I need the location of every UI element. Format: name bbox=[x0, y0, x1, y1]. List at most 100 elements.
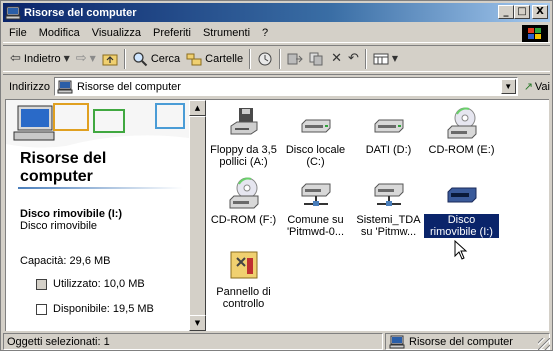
copy-to-icon bbox=[309, 52, 323, 65]
details-pane: Risorse del computer Disco rimovibile (I… bbox=[6, 100, 189, 331]
menu-preferiti[interactable]: Preferiti bbox=[147, 25, 197, 42]
windows-logo-icon bbox=[522, 25, 548, 42]
selected-item-name: Disco rimovibile (I:) bbox=[20, 208, 123, 220]
scroll-up-button[interactable]: ▲ bbox=[189, 100, 206, 116]
list-item[interactable]: Pannello di controllo bbox=[206, 248, 281, 310]
content-area: Risorse del computer Disco rimovibile (I… bbox=[5, 99, 549, 331]
menu-help[interactable]: ? bbox=[256, 25, 274, 42]
search-button[interactable]: Cerca bbox=[129, 48, 183, 70]
item-label: CD-ROM (F:) bbox=[210, 214, 277, 226]
item-label: Comune su 'Pitmwd-0... bbox=[286, 214, 345, 238]
forward-button[interactable]: ⇨ ▼ bbox=[73, 48, 99, 70]
resize-grip[interactable] bbox=[538, 338, 550, 350]
my-computer-banner-icon bbox=[6, 100, 189, 148]
my-computer-icon bbox=[5, 6, 21, 19]
used-space-text: Utilizzato: 10,0 MB bbox=[53, 278, 145, 290]
explorer-window: Risorse del computer _ □ X File Modifica… bbox=[0, 0, 553, 351]
search-label: Cerca bbox=[150, 52, 181, 65]
status-location-text: Risorse del computer bbox=[409, 335, 513, 348]
item-label: Sistemi_TDA su 'Pitmw... bbox=[356, 214, 421, 238]
menu-bar: File Modifica Visualizza Preferiti Strum… bbox=[3, 24, 550, 43]
folders-button[interactable]: Cartelle bbox=[183, 48, 246, 70]
floppy-drive-icon bbox=[230, 108, 257, 135]
list-item[interactable]: Disco rimovibile (I:) bbox=[423, 176, 500, 239]
cdrom-drive-icon bbox=[447, 107, 476, 139]
chevron-down-icon: ▼ bbox=[391, 54, 399, 63]
cdrom-drive-icon bbox=[229, 177, 258, 209]
chevron-down-icon: ▼ bbox=[89, 54, 96, 63]
hard-drive-icon bbox=[374, 119, 403, 133]
chevron-down-icon: ▼ bbox=[63, 54, 70, 63]
list-item[interactable]: Sistemi_TDA su 'Pitmw... bbox=[351, 176, 426, 238]
selected-item-type: Disco rimovibile bbox=[20, 220, 98, 232]
folders-icon bbox=[186, 53, 202, 65]
details-scrollbar[interactable]: ▲ ▼ bbox=[189, 100, 206, 331]
copy-to-button[interactable] bbox=[306, 48, 328, 70]
back-button[interactable]: ⇦ Indietro ▼ bbox=[7, 48, 73, 70]
item-label: Floppy da 3,5 pollici (A:) bbox=[210, 144, 277, 168]
item-label: DATI (D:) bbox=[365, 144, 412, 156]
back-arrow-icon: ⇦ bbox=[10, 51, 21, 66]
control-panel-icon bbox=[230, 251, 257, 279]
item-label: Disco rimovibile (I:) bbox=[423, 213, 500, 239]
menu-strumenti[interactable]: Strumenti bbox=[197, 25, 256, 42]
scroll-down-button[interactable]: ▼ bbox=[189, 315, 206, 331]
my-computer-icon bbox=[389, 335, 405, 348]
hard-drive-icon bbox=[301, 119, 330, 133]
go-label: Vai bbox=[534, 80, 550, 93]
address-input[interactable]: Risorse del computer ▼ bbox=[53, 77, 518, 96]
address-value: Risorse del computer bbox=[76, 80, 181, 93]
mouse-cursor-icon bbox=[454, 240, 468, 260]
toolbar: ⇦ Indietro ▼ ⇨ ▼ Cerca Cartelle ✕ ↶ ▼ bbox=[3, 45, 550, 72]
status-bar: Oggetti selezionati: 1 Risorse del compu… bbox=[3, 333, 550, 350]
views-icon bbox=[373, 53, 389, 64]
up-folder-button[interactable] bbox=[99, 48, 121, 70]
menu-modifica[interactable]: Modifica bbox=[33, 25, 86, 42]
item-label: CD-ROM (E:) bbox=[428, 144, 495, 156]
forward-arrow-icon: ⇨ bbox=[75, 51, 87, 66]
close-button[interactable]: X bbox=[532, 5, 548, 19]
used-swatch bbox=[36, 278, 47, 290]
address-label: Indirizzo bbox=[9, 80, 50, 93]
views-button[interactable]: ▼ bbox=[370, 48, 401, 70]
free-swatch bbox=[36, 303, 47, 315]
free-space-text: Disponibile: 19,5 MB bbox=[53, 303, 154, 315]
toolbar-separator bbox=[249, 48, 252, 69]
address-bar: Indirizzo Risorse del computer ▼ ↗ Vai bbox=[3, 74, 550, 98]
move-to-button[interactable] bbox=[284, 48, 306, 70]
list-item[interactable]: DATI (D:) bbox=[351, 106, 426, 156]
minimize-button[interactable]: _ bbox=[498, 5, 514, 19]
history-button[interactable] bbox=[254, 48, 276, 70]
my-computer-icon bbox=[57, 80, 73, 93]
window-title: Risorse del computer bbox=[24, 6, 137, 19]
status-location: Risorse del computer bbox=[385, 333, 550, 350]
list-item[interactable]: Disco locale (C:) bbox=[278, 106, 353, 168]
menu-file[interactable]: File bbox=[3, 25, 33, 42]
address-dropdown-button[interactable]: ▼ bbox=[500, 79, 516, 94]
used-space-legend: Utilizzato: 10,0 MB bbox=[36, 278, 145, 290]
network-drive-icon bbox=[374, 183, 403, 206]
delete-button[interactable]: ✕ bbox=[328, 48, 345, 70]
delete-icon: ✕ bbox=[331, 51, 342, 66]
list-item[interactable]: CD-ROM (E:) bbox=[424, 106, 499, 156]
toolbar-separator bbox=[364, 48, 367, 69]
title-divider bbox=[18, 187, 183, 189]
list-item[interactable]: Floppy da 3,5 pollici (A:) bbox=[206, 106, 281, 168]
go-button[interactable]: ↗ Vai bbox=[524, 80, 550, 93]
toolbar-separator bbox=[279, 48, 282, 69]
capacity-text: Capacità: 29,6 MB bbox=[20, 255, 111, 267]
undo-button[interactable]: ↶ bbox=[345, 48, 362, 70]
toolbar-separator bbox=[123, 48, 126, 69]
search-icon bbox=[133, 51, 148, 66]
menu-visualizza[interactable]: Visualizza bbox=[86, 25, 147, 42]
title-bar[interactable]: Risorse del computer _ □ X bbox=[3, 3, 550, 22]
list-item[interactable]: Comune su 'Pitmwd-0... bbox=[278, 176, 353, 238]
removable-drive-icon bbox=[447, 187, 476, 203]
scroll-thumb[interactable] bbox=[189, 116, 206, 316]
status-selected-count: Oggetti selezionati: 1 bbox=[3, 333, 383, 350]
free-space-legend: Disponibile: 19,5 MB bbox=[36, 303, 154, 315]
undo-icon: ↶ bbox=[347, 51, 359, 66]
list-item[interactable]: CD-ROM (F:) bbox=[206, 176, 281, 226]
maximize-button[interactable]: □ bbox=[514, 5, 530, 19]
items-view: Floppy da 3,5 pollici (A:) Disco locale … bbox=[206, 100, 550, 331]
